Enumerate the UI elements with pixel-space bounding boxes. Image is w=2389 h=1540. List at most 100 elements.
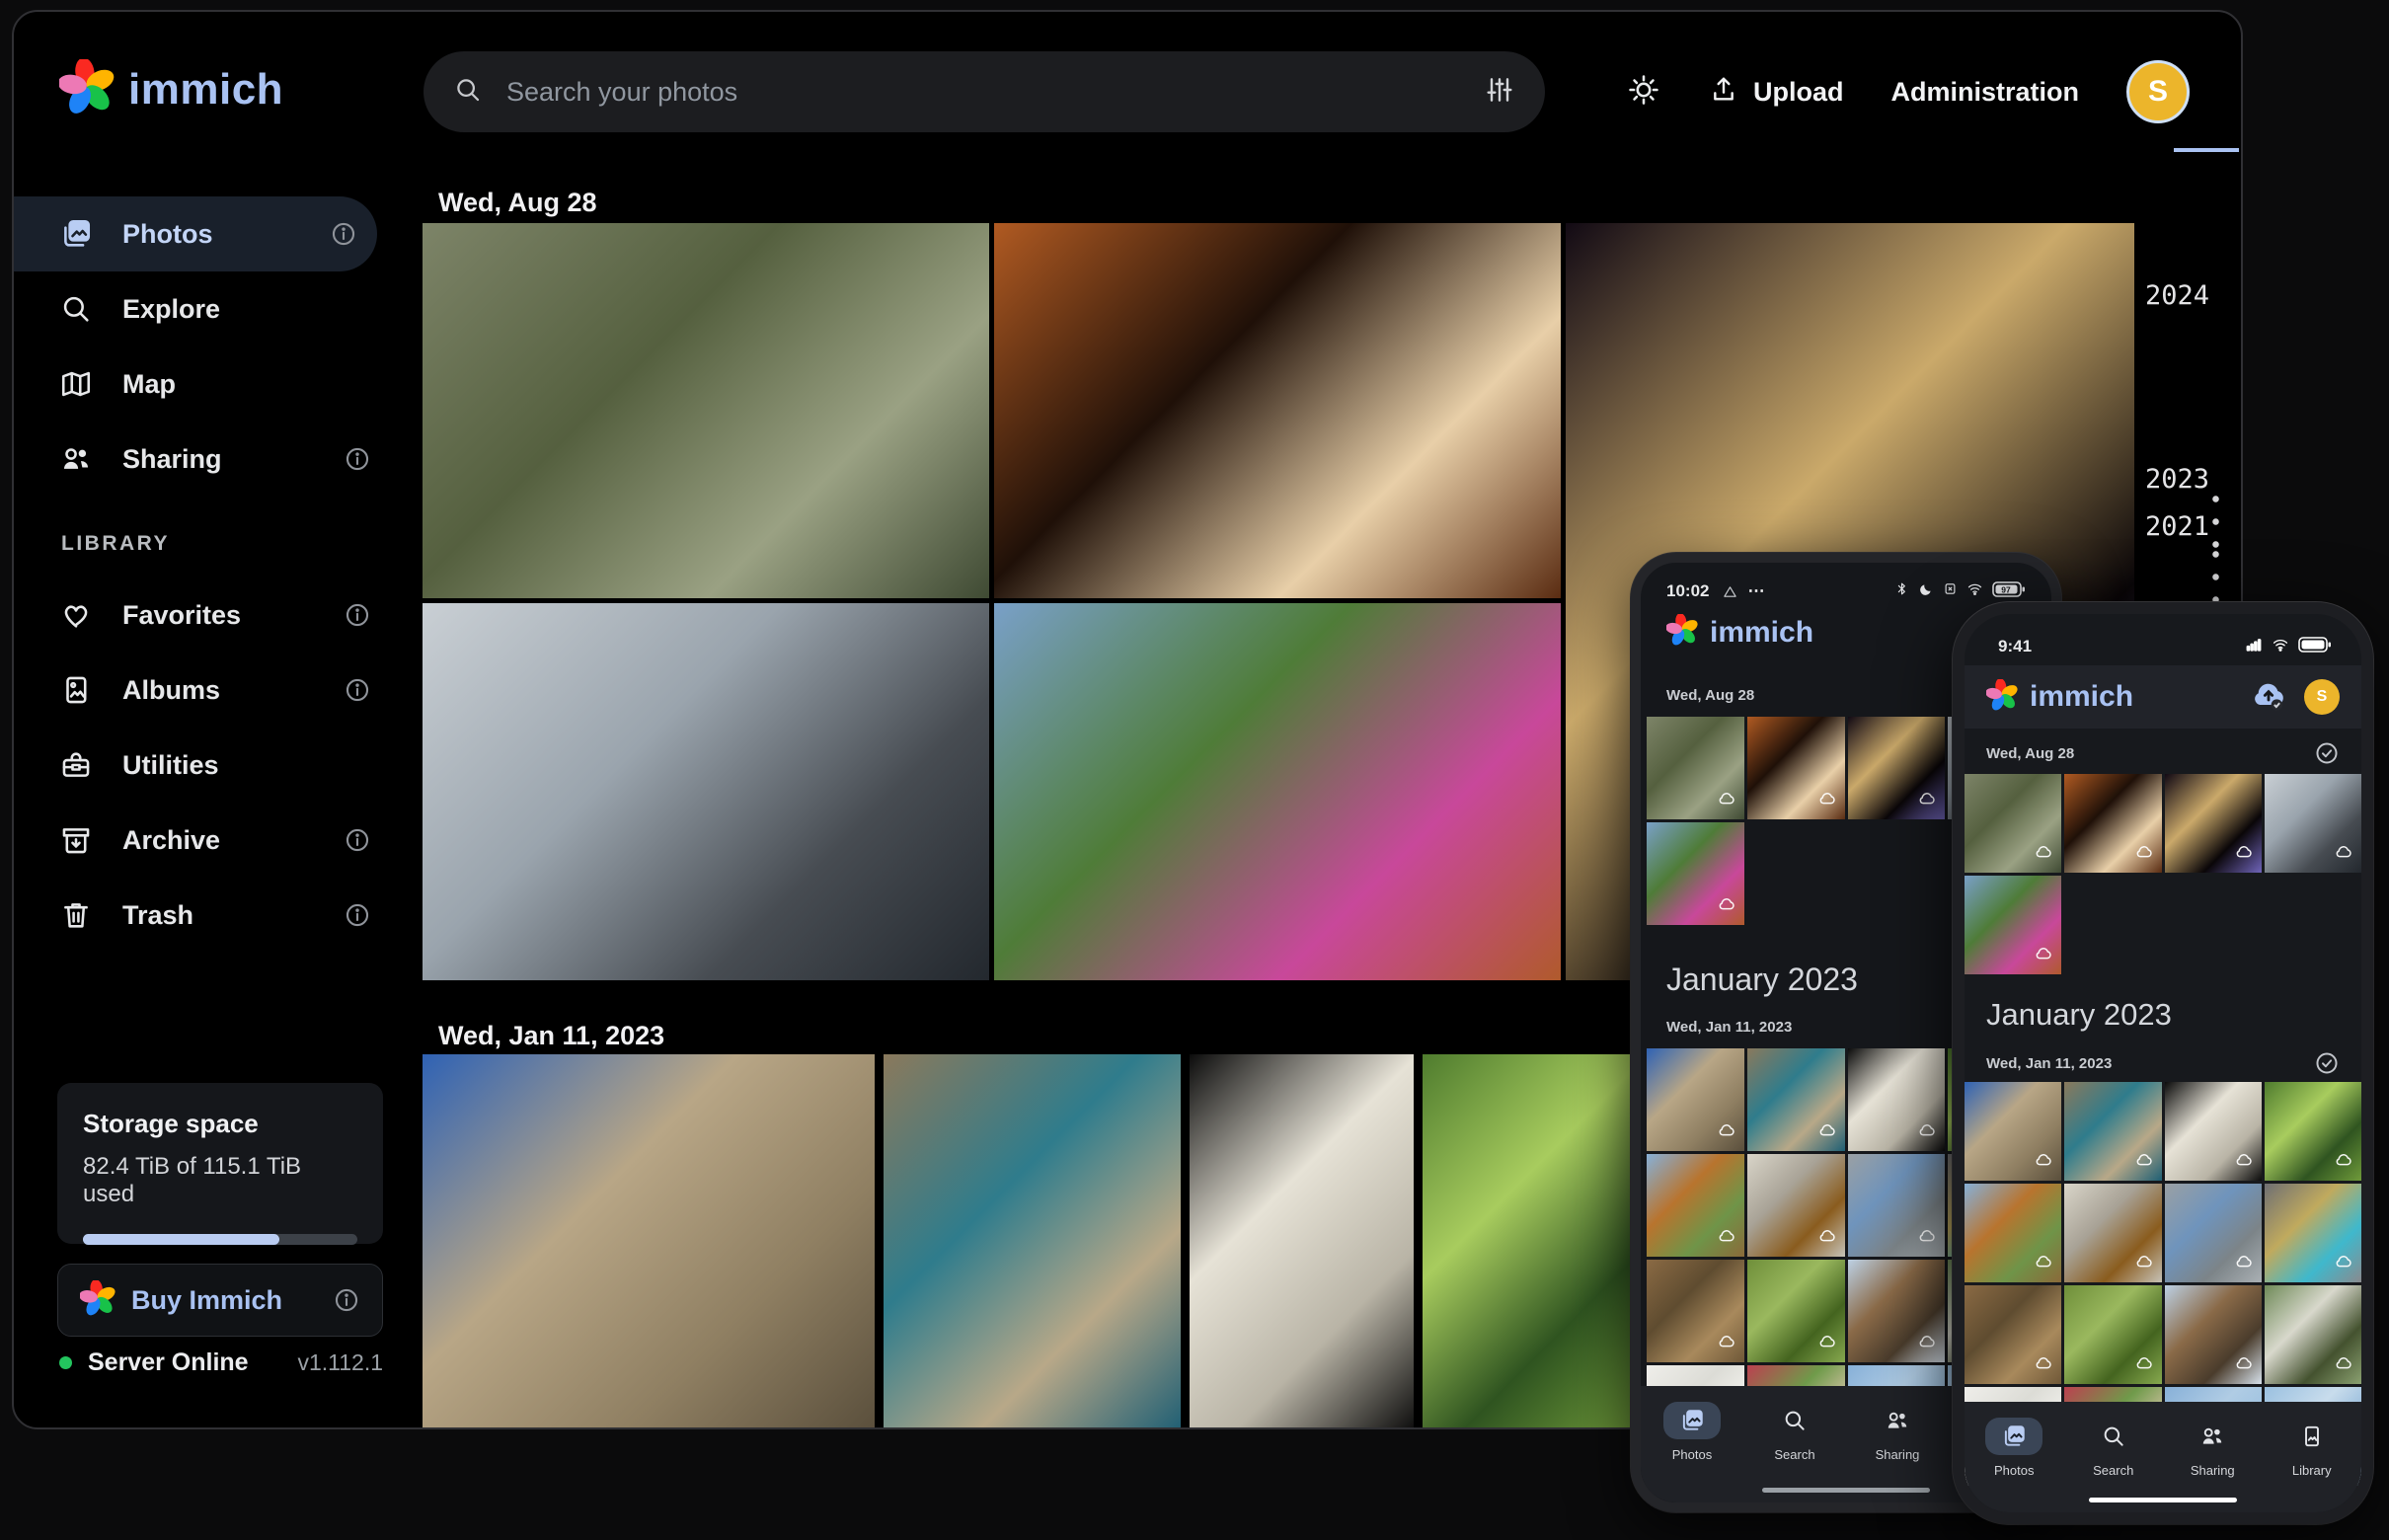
photo-tile-ruined-stone-wall[interactable]	[2165, 1184, 2262, 1282]
photo-tile-ornate-table-centerpiece[interactable]	[2265, 1184, 2361, 1282]
info-icon[interactable]	[344, 826, 371, 854]
nav-tab-sharing[interactable]: Sharing	[2184, 1418, 2241, 1478]
photo-tile-coastal-fort-and-bay[interactable]	[1747, 1048, 1845, 1151]
cloud-backup-icon	[2234, 842, 2254, 867]
photo-tile-lizard-on-leaf-litter[interactable]	[1965, 1285, 2061, 1384]
photo-tile-baboons-on-zoo-rocks[interactable]	[423, 223, 989, 598]
photo-tile-autumn-park-path[interactable]	[1965, 876, 2061, 974]
timeline-year-label[interactable]: 2023	[2145, 464, 2209, 495]
sidebar-item-photos[interactable]: Photos	[14, 196, 377, 271]
photo-tile-snowy-village-church[interactable]	[1848, 1260, 1946, 1362]
sidebar-item-explore[interactable]: Explore	[14, 271, 391, 346]
nav-tab-label: Search	[1774, 1447, 1814, 1462]
nav-tab-library[interactable]: Library	[2283, 1418, 2341, 1478]
photo-tile-cliff-over-beach[interactable]	[1647, 1154, 1744, 1257]
info-icon[interactable]	[330, 220, 357, 248]
cloud-backup-icon	[1917, 789, 1937, 813]
theme-toggle-sun-icon[interactable]	[1627, 73, 1660, 112]
photos-icon	[59, 216, 95, 252]
photo-tile-fortress-walls-with-cars[interactable]	[1647, 1048, 1744, 1151]
filter-sliders-icon[interactable]	[1484, 74, 1515, 111]
photo-tile-coastal-fort-and-bay[interactable]	[2064, 1082, 2161, 1181]
date-group-header: Wed, Jan 11, 2023	[1986, 1055, 2112, 1072]
photo-tile-fortress-walls-with-cars[interactable]	[1965, 1082, 2061, 1181]
cloud-backup-icon	[2334, 1150, 2353, 1175]
phone-bottom-nav: Photos Search Sharing Library	[1965, 1402, 2361, 1512]
photo-tile-autumn-dinner-table[interactable]	[994, 223, 1561, 598]
upload-button[interactable]: Upload	[1708, 74, 1844, 111]
photo-tile-baboons-on-zoo-rocks[interactable]	[1647, 717, 1744, 819]
nav-tab-label: Sharing	[2191, 1463, 2235, 1478]
cloud-backup-icon	[2334, 1252, 2353, 1276]
photo-tile-autumn-park-path[interactable]	[1647, 822, 1744, 925]
people-icon	[2184, 1418, 2241, 1455]
topbar-actions: Upload Administration S	[1627, 51, 2190, 132]
photo-tile-couple-holding-hands[interactable]	[423, 603, 989, 980]
sidebar-item-favorites[interactable]: Favorites	[14, 578, 391, 653]
app-wordmark: immich	[128, 65, 283, 115]
info-icon[interactable]	[344, 601, 371, 629]
select-all-check-icon[interactable]	[2314, 1050, 2340, 1076]
cloud-backup-icon	[1717, 1120, 1736, 1145]
nav-tab-search[interactable]: Search	[2085, 1418, 2142, 1478]
bluetooth-icon	[1894, 581, 1909, 601]
user-avatar[interactable]: S	[2304, 679, 2340, 715]
user-avatar[interactable]: S	[2126, 60, 2190, 123]
photo-tile-marble-bust-sculpture[interactable]	[1848, 1048, 1946, 1151]
timeline-year-label[interactable]: 2024	[2145, 280, 2209, 311]
photo-tile-snowy-village-church[interactable]	[2165, 1285, 2262, 1384]
sidebar-item-trash[interactable]: Trash	[14, 878, 391, 953]
cloud-sync-icon[interactable]	[2249, 675, 2288, 720]
photo-tile-cliff-over-beach[interactable]	[1965, 1184, 2061, 1282]
nav-tab-sharing[interactable]: Sharing	[1869, 1402, 1926, 1462]
photo-tile-white-stone-sculpture[interactable]	[2064, 1184, 2161, 1282]
photo-tile-autumn-park-path[interactable]	[994, 603, 1561, 980]
photo-tile-fireworks-night-sky[interactable]	[2165, 774, 2262, 873]
photo-tile-fortress-walls-with-cars[interactable]	[423, 1054, 875, 1429]
photo-tile-alpine-farm-houses[interactable]	[2265, 1285, 2361, 1384]
photo-tile-lizard-on-leaf-litter[interactable]	[1647, 1260, 1744, 1362]
photo-tile-white-stone-sculpture[interactable]	[1747, 1154, 1845, 1257]
library-icon	[2283, 1418, 2341, 1455]
nav-tab-photos[interactable]: Photos	[1663, 1402, 1721, 1462]
photo-tile-marble-bust-sculpture[interactable]	[1190, 1054, 1414, 1429]
photo-tile-marble-bust-sculpture[interactable]	[2165, 1082, 2262, 1181]
photo-tile-autumn-dinner-table[interactable]	[2064, 774, 2161, 873]
timeline-year-label[interactable]: 2021	[2145, 511, 2209, 542]
sidebar-item-utilities[interactable]: Utilities	[14, 728, 391, 803]
photo-tile-ruined-stone-wall[interactable]	[1848, 1154, 1946, 1257]
home-indicator[interactable]	[2089, 1498, 2237, 1502]
cloud-backup-icon	[1917, 1120, 1937, 1145]
search-bar[interactable]	[424, 51, 1545, 132]
photo-tile-green-sea-grape-berries[interactable]	[1423, 1054, 1640, 1429]
date-group-header: Wed, Aug 28	[438, 188, 597, 218]
info-icon[interactable]	[333, 1286, 360, 1314]
photo-tile-lizard-on-moss[interactable]	[1747, 1260, 1845, 1362]
buy-immich-button[interactable]: Buy Immich	[57, 1264, 383, 1337]
photo-tile-green-sea-grape-berries[interactable]	[2265, 1082, 2361, 1181]
select-all-check-icon[interactable]	[2314, 740, 2340, 766]
toolbox-icon	[59, 747, 95, 783]
info-icon[interactable]	[344, 901, 371, 929]
home-indicator[interactable]	[1762, 1488, 1930, 1493]
nav-tab-search[interactable]: Search	[1766, 1402, 1823, 1462]
info-icon[interactable]	[344, 676, 371, 704]
server-online-dot	[59, 1356, 72, 1369]
info-icon[interactable]	[344, 445, 371, 473]
photo-tile-baboons-on-zoo-rocks[interactable]	[1965, 774, 2061, 873]
status-time: 9:41	[1998, 637, 2032, 656]
photo-tile-coastal-fort-and-bay[interactable]	[884, 1054, 1181, 1429]
photo-tile-couple-holding-hands[interactable]	[2265, 774, 2361, 873]
cloud-backup-icon	[1717, 1226, 1736, 1251]
photo-tile-fireworks-night-sky[interactable]	[1848, 717, 1946, 819]
search-input[interactable]	[506, 77, 1460, 108]
sidebar-item-archive[interactable]: Archive	[14, 803, 391, 878]
photo-tile-lizard-on-moss[interactable]	[2064, 1285, 2161, 1384]
sidebar-item-map[interactable]: Map	[14, 346, 391, 422]
nav-tab-label: Library	[2292, 1463, 2332, 1478]
sidebar-item-albums[interactable]: Albums	[14, 653, 391, 728]
nav-tab-photos[interactable]: Photos	[1985, 1418, 2042, 1478]
sidebar-item-sharing[interactable]: Sharing	[14, 422, 391, 497]
administration-link[interactable]: Administration	[1890, 77, 2079, 108]
photo-tile-autumn-dinner-table[interactable]	[1747, 717, 1845, 819]
